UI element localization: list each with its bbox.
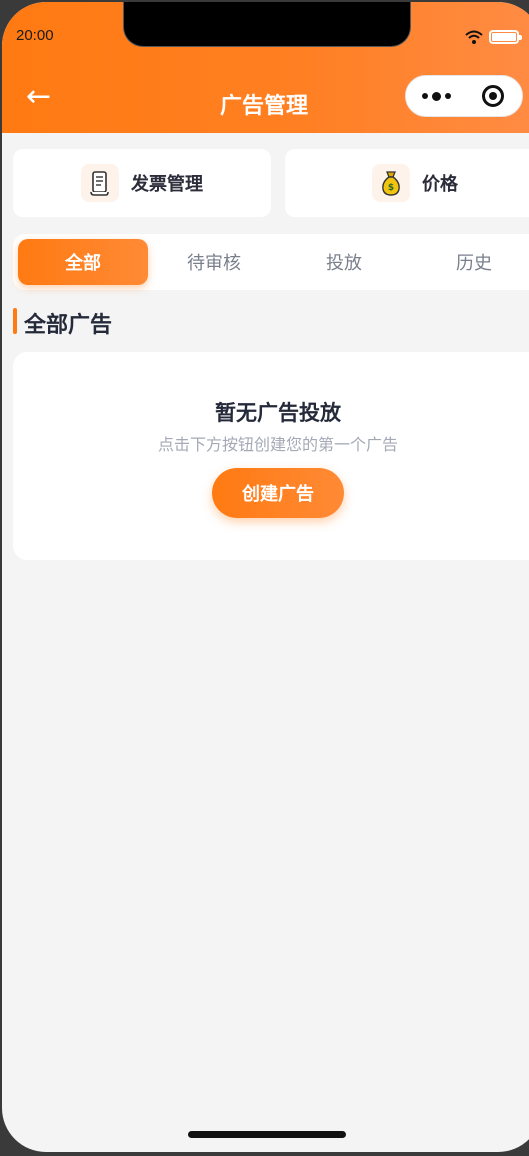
section-accent-bar [13, 308, 17, 334]
price-button[interactable]: $ 价格 [285, 149, 529, 217]
invoice-management-label: 发票管理 [131, 174, 203, 195]
empty-state-card: 暂无广告投放 点击下方按钮创建您的第一个广告 创建广告 [13, 352, 529, 560]
close-target-icon[interactable] [482, 85, 504, 107]
wifi-icon [465, 30, 483, 44]
invoice-management-button[interactable]: 发票管理 [13, 149, 271, 217]
tab-history[interactable]: 历史 [409, 239, 529, 285]
section-title: 全部广告 [24, 313, 113, 338]
svg-text:$: $ [388, 183, 394, 193]
battery-icon [489, 30, 522, 44]
notch [123, 2, 411, 47]
money-bag-icon: $ [372, 164, 410, 202]
tab-bar: 全部 待审核 投放 历史 [13, 234, 529, 290]
header: 20:00 ← 广告管理 [2, 2, 529, 133]
price-label: 价格 [422, 174, 458, 195]
create-ad-button[interactable]: 创建广告 [212, 468, 344, 518]
tab-delivery[interactable]: 投放 [279, 239, 409, 285]
phone-screen: 20:00 ← 广告管理 发票管理 $ 价格 全部 待审核 投放 历史 全部广告… [2, 2, 529, 1152]
more-icon[interactable] [422, 91, 451, 101]
tab-all[interactable]: 全部 [18, 239, 148, 285]
tab-pending-review[interactable]: 待审核 [149, 239, 279, 285]
mini-program-capsule [405, 75, 523, 117]
empty-state-title: 暂无广告投放 [215, 401, 341, 425]
empty-state-subtitle: 点击下方按钮创建您的第一个广告 [157, 435, 398, 454]
status-icons [465, 30, 522, 44]
scroll-icon [81, 164, 119, 202]
status-time: 20:00 [16, 27, 54, 44]
home-indicator [188, 1131, 346, 1138]
